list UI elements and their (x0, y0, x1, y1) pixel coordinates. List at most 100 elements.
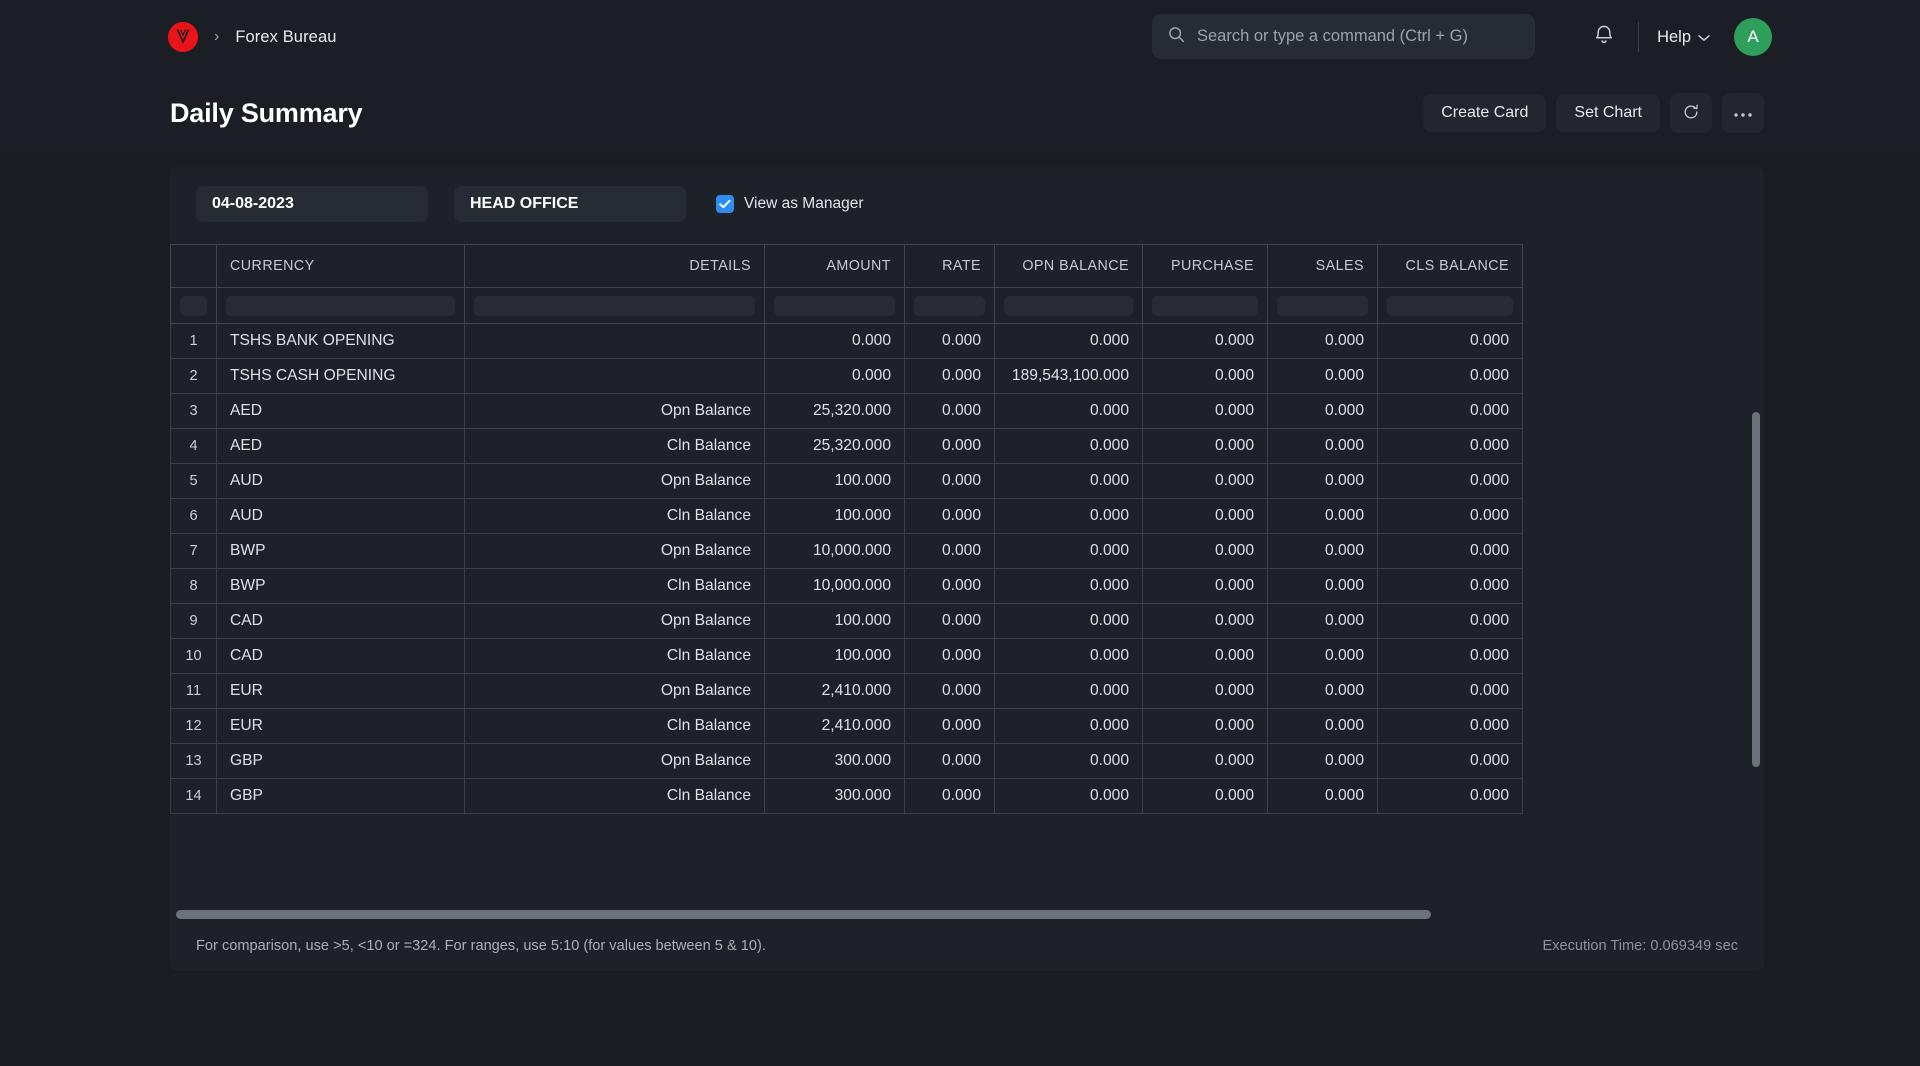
cell-opn[interactable]: 0.000 (994, 708, 1143, 744)
cell-details[interactable]: Cln Balance (464, 428, 765, 464)
cell-amount[interactable]: 100.000 (764, 463, 905, 499)
cell-opn[interactable]: 0.000 (994, 778, 1143, 814)
cell-details[interactable]: Opn Balance (464, 533, 765, 569)
cell-rate[interactable]: 0.000 (904, 323, 995, 359)
cell-currency[interactable]: AED (216, 393, 465, 429)
table-row[interactable]: 10 CAD Cln Balance 100.000 0.000 0.000 0.000 0.… (170, 638, 1523, 674)
table-row[interactable]: 3 AED Opn Balance 25,320.000 0.000 0.000 0.000… (170, 393, 1523, 429)
table-row[interactable]: 1 TSHS BANK OPENING 0.000 0.000 0.000 0.000 0.… (170, 323, 1523, 359)
cell-rate[interactable]: 0.000 (904, 498, 995, 534)
cell-opn[interactable]: 0.000 (994, 533, 1143, 569)
cell-sales[interactable]: 0.000 (1267, 778, 1378, 814)
column-filter-input-opn[interactable] (1004, 295, 1133, 316)
cell-purchase[interactable]: 0.000 (1142, 358, 1268, 394)
column-filter-amount[interactable] (764, 287, 905, 324)
cell-purchase[interactable]: 0.000 (1142, 568, 1268, 604)
column-header-details[interactable]: DETAILS (464, 244, 765, 288)
cell-sales[interactable]: 0.000 (1267, 358, 1378, 394)
column-filter-sales[interactable] (1267, 287, 1378, 324)
cell-amount[interactable]: 2,410.000 (764, 673, 905, 709)
cell-opn[interactable]: 0.000 (994, 498, 1143, 534)
table-row[interactable]: 11 EUR Opn Balance 2,410.000 0.000 0.000 0.000… (170, 673, 1523, 709)
cell-opn[interactable]: 0.000 (994, 463, 1143, 499)
column-filter-input-idx[interactable] (180, 295, 207, 316)
cell-rate[interactable]: 0.000 (904, 428, 995, 464)
cell-idx[interactable]: 7 (170, 533, 217, 569)
column-header-cls[interactable]: CLS BALANCE (1377, 244, 1523, 288)
cell-currency[interactable]: TSHS CASH OPENING (216, 358, 465, 394)
column-filter-details[interactable] (464, 287, 765, 324)
table-row[interactable]: 4 AED Cln Balance 25,320.000 0.000 0.000 0.000… (170, 428, 1523, 464)
cell-amount[interactable]: 25,320.000 (764, 428, 905, 464)
column-header-idx[interactable] (170, 244, 217, 288)
global-search-bar[interactable]: Search or type a command (Ctrl + G) (1152, 14, 1535, 59)
cell-details[interactable]: Cln Balance (464, 638, 765, 674)
refresh-button[interactable] (1670, 93, 1712, 133)
vertical-scrollbar-thumb[interactable] (1752, 412, 1760, 767)
cell-purchase[interactable]: 0.000 (1142, 638, 1268, 674)
user-avatar[interactable]: A (1734, 18, 1772, 56)
cell-idx[interactable]: 5 (170, 463, 217, 499)
cell-details[interactable]: Cln Balance (464, 568, 765, 604)
cell-opn[interactable]: 0.000 (994, 743, 1143, 779)
set-chart-button[interactable]: Set Chart (1556, 94, 1660, 132)
cell-currency[interactable]: AUD (216, 498, 465, 534)
column-filter-input-currency[interactable] (226, 295, 455, 316)
column-filter-input-sales[interactable] (1277, 295, 1368, 316)
column-filter-idx[interactable] (170, 287, 217, 324)
horizontal-scrollbar-thumb[interactable] (176, 910, 1431, 919)
cell-currency[interactable]: EUR (216, 673, 465, 709)
table-row[interactable]: 2 TSHS CASH OPENING 0.000 0.000 189,543,100.… (170, 358, 1523, 394)
cell-sales[interactable]: 0.000 (1267, 708, 1378, 744)
column-filter-input-cls[interactable] (1387, 295, 1513, 316)
cell-rate[interactable]: 0.000 (904, 533, 995, 569)
column-header-rate[interactable]: RATE (904, 244, 995, 288)
cell-amount[interactable]: 10,000.000 (764, 533, 905, 569)
table-row[interactable]: 14 GBP Cln Balance 300.000 0.000 0.000 0.000 0.… (170, 778, 1523, 814)
cell-details[interactable] (464, 323, 765, 359)
data-grid-scroll-area[interactable]: CURRENCY DETAILS AMOUNT RATE OPN BALANCE PURC… (170, 244, 1764, 921)
office-filter-input[interactable]: HEAD OFFICE (454, 186, 686, 222)
cell-opn[interactable]: 0.000 (994, 603, 1143, 639)
cell-opn[interactable]: 0.000 (994, 638, 1143, 674)
column-filter-opn[interactable] (994, 287, 1143, 324)
cell-purchase[interactable]: 0.000 (1142, 708, 1268, 744)
cell-opn[interactable]: 0.000 (994, 428, 1143, 464)
cell-currency[interactable]: GBP (216, 778, 465, 814)
column-filter-rate[interactable] (904, 287, 995, 324)
cell-amount[interactable]: 100.000 (764, 638, 905, 674)
cell-sales[interactable]: 0.000 (1267, 533, 1378, 569)
cell-opn[interactable]: 0.000 (994, 673, 1143, 709)
cell-rate[interactable]: 0.000 (904, 603, 995, 639)
cell-sales[interactable]: 0.000 (1267, 568, 1378, 604)
cell-sales[interactable]: 0.000 (1267, 463, 1378, 499)
column-filter-currency[interactable] (216, 287, 465, 324)
table-row[interactable]: 7 BWP Opn Balance 10,000.000 0.000 0.000 0.000… (170, 533, 1523, 569)
cell-purchase[interactable]: 0.000 (1142, 778, 1268, 814)
cell-rate[interactable]: 0.000 (904, 778, 995, 814)
cell-details[interactable]: Opn Balance (464, 743, 765, 779)
help-menu-button[interactable]: Help (1653, 22, 1714, 53)
cell-idx[interactable]: 8 (170, 568, 217, 604)
cell-sales[interactable]: 0.000 (1267, 498, 1378, 534)
view-as-manager-checkbox[interactable]: View as Manager (716, 195, 863, 213)
cell-rate[interactable]: 0.000 (904, 673, 995, 709)
cell-idx[interactable]: 9 (170, 603, 217, 639)
cell-currency[interactable]: AUD (216, 463, 465, 499)
cell-cls[interactable]: 0.000 (1377, 393, 1523, 429)
cell-purchase[interactable]: 0.000 (1142, 498, 1268, 534)
cell-cls[interactable]: 0.000 (1377, 743, 1523, 779)
cell-details[interactable] (464, 358, 765, 394)
column-filter-input-amount[interactable] (774, 295, 895, 316)
cell-rate[interactable]: 0.000 (904, 358, 995, 394)
cell-cls[interactable]: 0.000 (1377, 463, 1523, 499)
cell-sales[interactable]: 0.000 (1267, 393, 1378, 429)
cell-rate[interactable]: 0.000 (904, 743, 995, 779)
cell-cls[interactable]: 0.000 (1377, 498, 1523, 534)
cell-amount[interactable]: 300.000 (764, 778, 905, 814)
column-header-opn[interactable]: OPN BALANCE (994, 244, 1143, 288)
cell-purchase[interactable]: 0.000 (1142, 533, 1268, 569)
table-row[interactable]: 13 GBP Opn Balance 300.000 0.000 0.000 0.000 0.… (170, 743, 1523, 779)
cell-purchase[interactable]: 0.000 (1142, 463, 1268, 499)
column-header-amount[interactable]: AMOUNT (764, 244, 905, 288)
